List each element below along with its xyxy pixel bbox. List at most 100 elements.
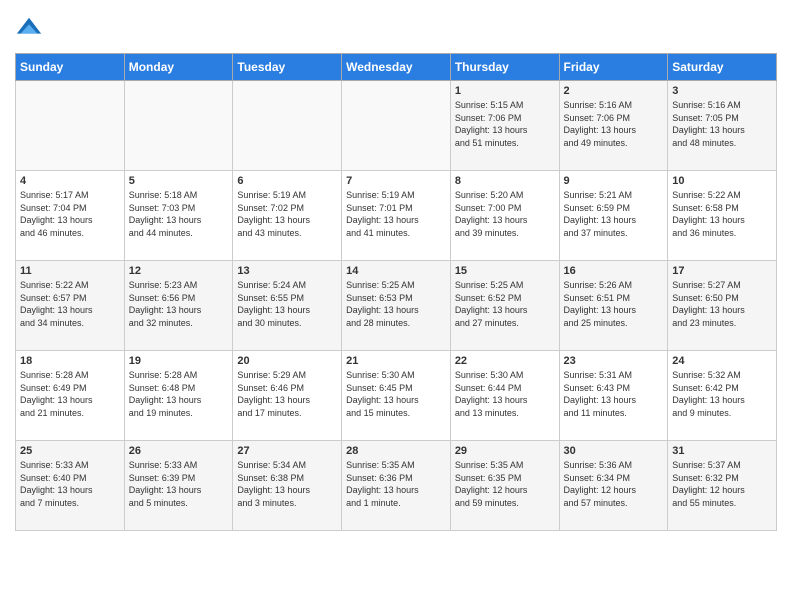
day-detail: Sunrise: 5:20 AM Sunset: 7:00 PM Dayligh… [455, 189, 555, 239]
day-detail: Sunrise: 5:32 AM Sunset: 6:42 PM Dayligh… [672, 369, 772, 419]
day-cell: 11 Sunrise: 5:22 AM Sunset: 6:57 PM Dayli… [16, 261, 125, 351]
day-cell: 7Sunrise: 5:19 AM Sunset: 7:01 PM Daylig… [342, 171, 451, 261]
day-detail: Sunrise: 5:35 AM Sunset: 6:35 PM Dayligh… [455, 459, 555, 509]
day-number: 28 [346, 445, 446, 457]
day-number: 17 [672, 265, 772, 277]
day-cell: 17 Sunrise: 5:27 AM Sunset: 6:50 PM Dayli… [668, 261, 777, 351]
day-number: 13 [237, 265, 337, 277]
page-header [15, 15, 777, 43]
day-number: 9 [564, 175, 664, 187]
day-detail: Sunrise: 5:37 AM Sunset: 6:32 PM Dayligh… [672, 459, 772, 509]
day-number: 22 [455, 355, 555, 367]
day-cell: 31 Sunrise: 5:37 AM Sunset: 6:32 PM Dayli… [668, 441, 777, 531]
day-number: 2 [564, 85, 664, 97]
day-detail: Sunrise: 5:16 AM Sunset: 7:05 PM Dayligh… [672, 99, 772, 149]
day-detail: Sunrise: 5:17 AM Sunset: 7:04 PM Dayligh… [20, 189, 120, 239]
day-detail: Sunrise: 5:35 AM Sunset: 6:36 PM Dayligh… [346, 459, 446, 509]
day-number: 6 [237, 175, 337, 187]
day-number: 1 [455, 85, 555, 97]
weekday-header-thursday: Thursday [450, 54, 559, 81]
day-number: 23 [564, 355, 664, 367]
day-cell: 9 Sunrise: 5:21 AM Sunset: 6:59 PM Daylig… [559, 171, 668, 261]
day-number: 24 [672, 355, 772, 367]
day-cell [16, 81, 125, 171]
day-detail: Sunrise: 5:36 AM Sunset: 6:34 PM Dayligh… [564, 459, 664, 509]
day-detail: Sunrise: 5:15 AM Sunset: 7:06 PM Dayligh… [455, 99, 555, 149]
day-cell: 4 Sunrise: 5:17 AM Sunset: 7:04 PM Daylig… [16, 171, 125, 261]
week-row-1: 1 Sunrise: 5:15 AM Sunset: 7:06 PM Daylig… [16, 81, 777, 171]
logo [15, 15, 47, 43]
week-row-5: 25 Sunrise: 5:33 AM Sunset: 6:40 PM Dayli… [16, 441, 777, 531]
day-number: 3 [672, 85, 772, 97]
weekday-header-tuesday: Tuesday [233, 54, 342, 81]
day-number: 5 [129, 175, 229, 187]
day-cell: 27 Sunrise: 5:34 AM Sunset: 6:38 PM Dayli… [233, 441, 342, 531]
day-cell: 6 Sunrise: 5:19 AM Sunset: 7:02 PM Daylig… [233, 171, 342, 261]
day-number: 29 [455, 445, 555, 457]
day-cell: 18 Sunrise: 5:28 AM Sunset: 6:49 PM Dayli… [16, 351, 125, 441]
day-detail: Sunrise: 5:31 AM Sunset: 6:43 PM Dayligh… [564, 369, 664, 419]
day-cell: 5 Sunrise: 5:18 AM Sunset: 7:03 PM Daylig… [124, 171, 233, 261]
day-detail: Sunrise: 5:34 AM Sunset: 6:38 PM Dayligh… [237, 459, 337, 509]
weekday-header-friday: Friday [559, 54, 668, 81]
day-detail: Sunrise: 5:22 AM Sunset: 6:58 PM Dayligh… [672, 189, 772, 239]
day-detail: Sunrise: 5:33 AM Sunset: 6:39 PM Dayligh… [129, 459, 229, 509]
day-cell: 13 Sunrise: 5:24 AM Sunset: 6:55 PM Dayli… [233, 261, 342, 351]
day-detail: Sunrise: 5:33 AM Sunset: 6:40 PM Dayligh… [20, 459, 120, 509]
weekday-header-wednesday: Wednesday [342, 54, 451, 81]
weekday-header-row: SundayMondayTuesdayWednesdayThursdayFrid… [16, 54, 777, 81]
day-number: 18 [20, 355, 120, 367]
calendar-table: SundayMondayTuesdayWednesdayThursdayFrid… [15, 53, 777, 531]
logo-icon [15, 15, 43, 43]
weekday-header-sunday: Sunday [16, 54, 125, 81]
day-number: 10 [672, 175, 772, 187]
day-cell: 3 Sunrise: 5:16 AM Sunset: 7:05 PM Daylig… [668, 81, 777, 171]
day-cell: 12 Sunrise: 5:23 AM Sunset: 6:56 PM Dayli… [124, 261, 233, 351]
day-cell: 20 Sunrise: 5:29 AM Sunset: 6:46 PM Dayli… [233, 351, 342, 441]
day-detail: Sunrise: 5:16 AM Sunset: 7:06 PM Dayligh… [564, 99, 664, 149]
day-cell: 8 Sunrise: 5:20 AM Sunset: 7:00 PM Daylig… [450, 171, 559, 261]
day-number: 27 [237, 445, 337, 457]
weekday-header-monday: Monday [124, 54, 233, 81]
day-number: 21 [346, 355, 446, 367]
day-detail: Sunrise: 5:29 AM Sunset: 6:46 PM Dayligh… [237, 369, 337, 419]
day-detail: Sunrise: 5:30 AM Sunset: 6:45 PM Dayligh… [346, 369, 446, 419]
day-cell: 16 Sunrise: 5:26 AM Sunset: 6:51 PM Dayli… [559, 261, 668, 351]
week-row-4: 18 Sunrise: 5:28 AM Sunset: 6:49 PM Dayli… [16, 351, 777, 441]
day-number: 7 [346, 175, 446, 187]
day-detail: Sunrise: 5:22 AM Sunset: 6:57 PM Dayligh… [20, 279, 120, 329]
day-detail: Sunrise: 5:24 AM Sunset: 6:55 PM Dayligh… [237, 279, 337, 329]
day-number: 20 [237, 355, 337, 367]
day-cell: 15Sunrise: 5:25 AM Sunset: 6:52 PM Dayli… [450, 261, 559, 351]
day-detail: Sunrise: 5:21 AM Sunset: 6:59 PM Dayligh… [564, 189, 664, 239]
day-cell: 30 Sunrise: 5:36 AM Sunset: 6:34 PM Dayli… [559, 441, 668, 531]
day-number: 11 [20, 265, 120, 277]
day-cell [233, 81, 342, 171]
day-detail: Sunrise: 5:26 AM Sunset: 6:51 PM Dayligh… [564, 279, 664, 329]
day-number: 4 [20, 175, 120, 187]
day-number: 8 [455, 175, 555, 187]
day-detail: Sunrise: 5:28 AM Sunset: 6:49 PM Dayligh… [20, 369, 120, 419]
day-cell: 19Sunrise: 5:28 AM Sunset: 6:48 PM Dayli… [124, 351, 233, 441]
day-detail: Sunrise: 5:27 AM Sunset: 6:50 PM Dayligh… [672, 279, 772, 329]
day-cell [124, 81, 233, 171]
day-detail: Sunrise: 5:25 AM Sunset: 6:53 PM Dayligh… [346, 279, 446, 329]
day-number: 31 [672, 445, 772, 457]
day-detail: Sunrise: 5:30 AM Sunset: 6:44 PM Dayligh… [455, 369, 555, 419]
day-number: 12 [129, 265, 229, 277]
weekday-header-saturday: Saturday [668, 54, 777, 81]
day-cell: 1 Sunrise: 5:15 AM Sunset: 7:06 PM Daylig… [450, 81, 559, 171]
day-detail: Sunrise: 5:19 AM Sunset: 7:02 PM Dayligh… [237, 189, 337, 239]
day-cell: 22 Sunrise: 5:30 AM Sunset: 6:44 PM Dayli… [450, 351, 559, 441]
day-cell: 14Sunrise: 5:25 AM Sunset: 6:53 PM Dayli… [342, 261, 451, 351]
day-cell: 21 Sunrise: 5:30 AM Sunset: 6:45 PM Dayli… [342, 351, 451, 441]
day-number: 15 [455, 265, 555, 277]
day-cell: 24 Sunrise: 5:32 AM Sunset: 6:42 PM Dayli… [668, 351, 777, 441]
day-cell: 10 Sunrise: 5:22 AM Sunset: 6:58 PM Dayli… [668, 171, 777, 261]
day-detail: Sunrise: 5:18 AM Sunset: 7:03 PM Dayligh… [129, 189, 229, 239]
day-number: 16 [564, 265, 664, 277]
day-cell: 28 Sunrise: 5:35 AM Sunset: 6:36 PM Dayli… [342, 441, 451, 531]
day-number: 25 [20, 445, 120, 457]
day-detail: Sunrise: 5:23 AM Sunset: 6:56 PM Dayligh… [129, 279, 229, 329]
day-number: 30 [564, 445, 664, 457]
